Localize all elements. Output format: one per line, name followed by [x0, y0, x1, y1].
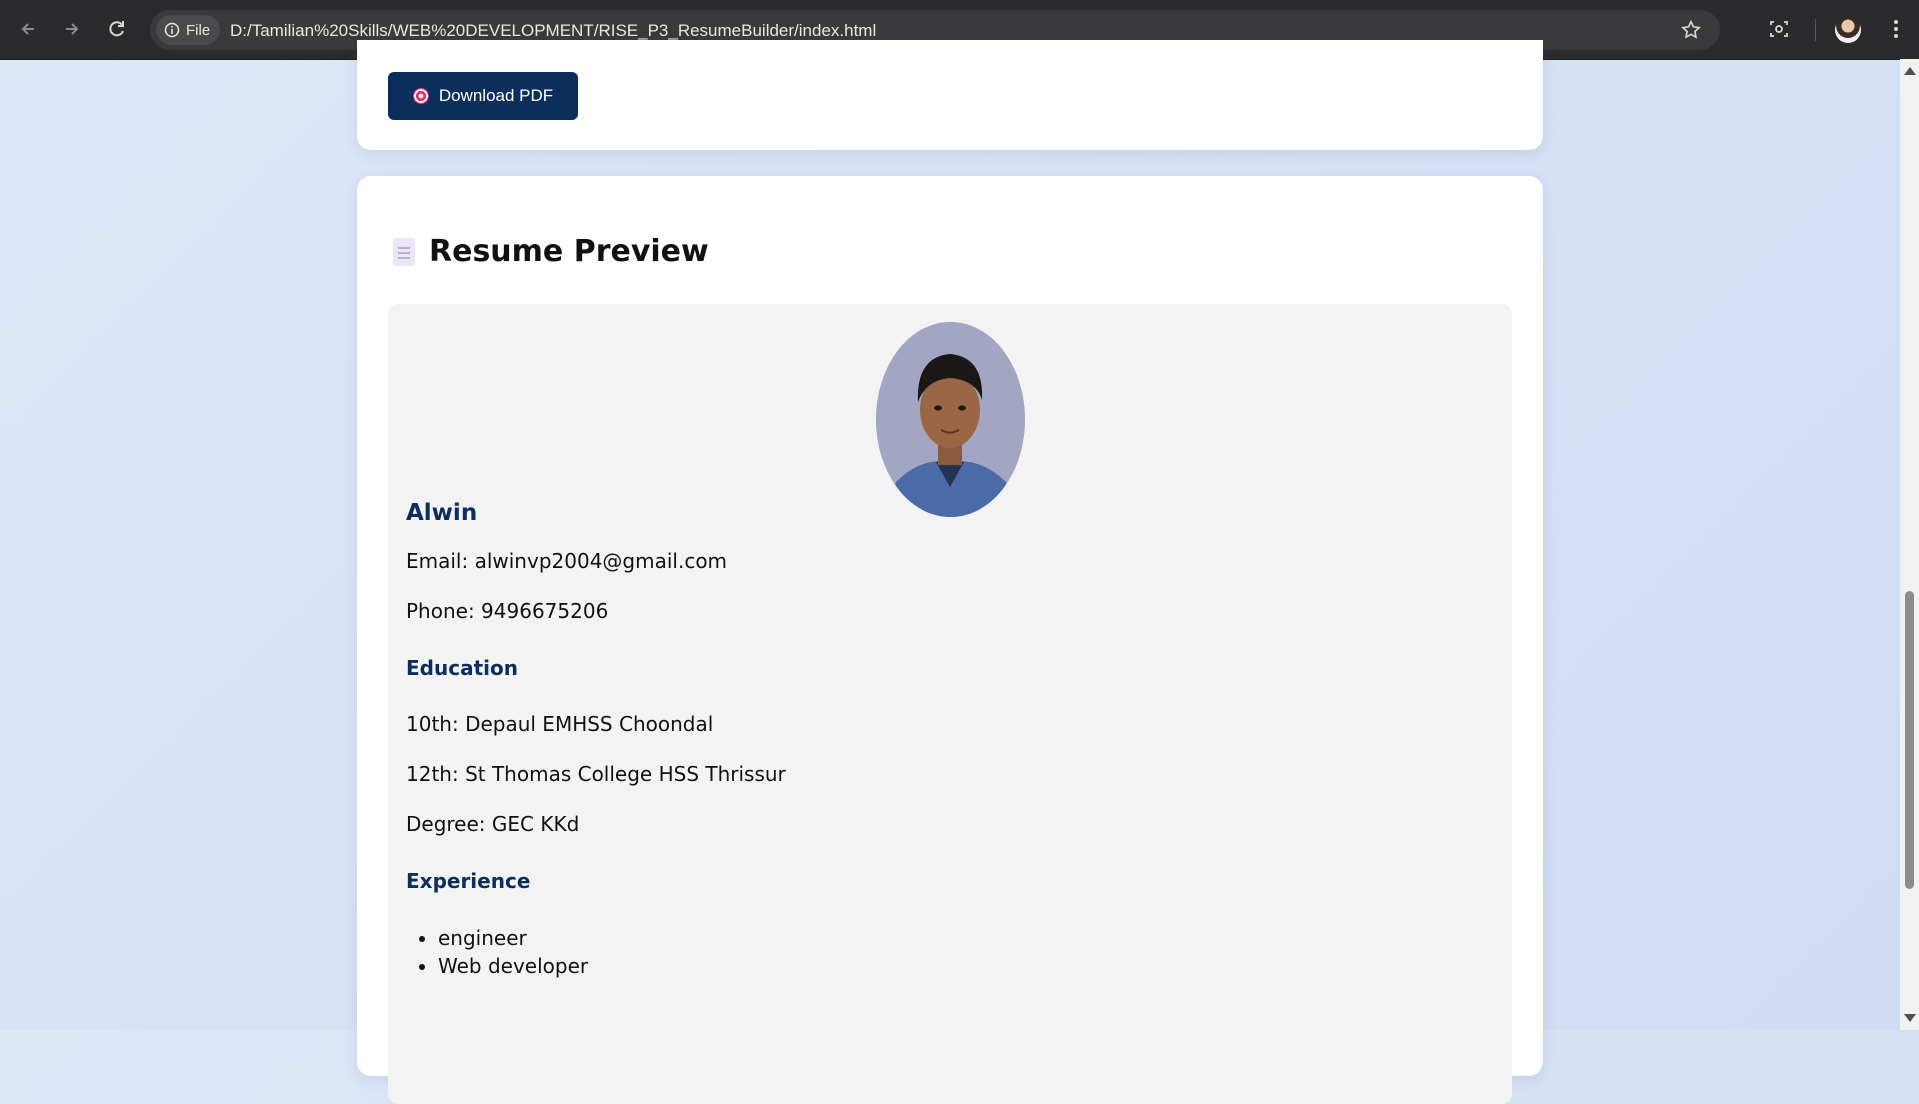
reload-icon[interactable] — [101, 13, 133, 45]
experience-item: engineer — [438, 924, 588, 952]
scroll-up-arrow-icon[interactable] — [1904, 67, 1916, 75]
screenshot-icon[interactable] — [1768, 18, 1790, 40]
experience-item: Web developer — [438, 952, 588, 980]
resume-preview-card: Resume Preview Alwin Email: alwinvp2004@… — [357, 176, 1543, 1104]
scroll-thumb[interactable] — [1905, 591, 1914, 889]
education-item: 12th: St Thomas College HSS Thrissur — [406, 762, 786, 786]
download-pdf-button[interactable]: Download PDF — [388, 72, 578, 120]
resume-phone: Phone: 9496675206 — [406, 599, 609, 623]
page-scrollbar[interactable] — [1900, 59, 1919, 1030]
scroll-down-arrow-icon[interactable] — [1904, 1014, 1916, 1022]
education-item: 10th: Depaul EMHSS Choondal — [406, 712, 714, 736]
preview-heading: Resume Preview — [393, 234, 709, 269]
profile-photo — [876, 322, 1025, 517]
resume-name: Alwin — [406, 500, 478, 526]
forward-icon[interactable] — [56, 13, 88, 45]
resume-content: Alwin Email: alwinvp2004@gmail.com Phone… — [388, 304, 1512, 1104]
resume-email: Email: alwinvp2004@gmail.com — [406, 549, 728, 573]
url-text[interactable]: D:/Tamilian%20Skills/WEB%20DEVELOPMENT/R… — [230, 21, 876, 41]
download-pdf-label: Download PDF — [438, 86, 554, 105]
site-info-label: File — [186, 21, 211, 39]
experience-heading: Experience — [406, 869, 531, 893]
education-item: Degree: GEC KKd — [406, 812, 580, 836]
toolbar-divider — [1815, 19, 1816, 41]
document-icon — [393, 237, 415, 266]
bookmark-star-icon[interactable] — [1680, 19, 1702, 41]
more-menu-icon[interactable] — [1885, 18, 1907, 40]
education-heading: Education — [406, 656, 518, 680]
site-info-chip[interactable]: File — [156, 15, 221, 45]
experience-list: engineer Web developer — [406, 924, 588, 980]
info-icon — [164, 22, 180, 38]
form-card: Download PDF — [357, 40, 1543, 150]
target-icon — [412, 88, 429, 104]
back-icon[interactable] — [12, 13, 44, 45]
profile-avatar[interactable] — [1835, 17, 1861, 43]
preview-title: Resume Preview — [429, 234, 709, 269]
